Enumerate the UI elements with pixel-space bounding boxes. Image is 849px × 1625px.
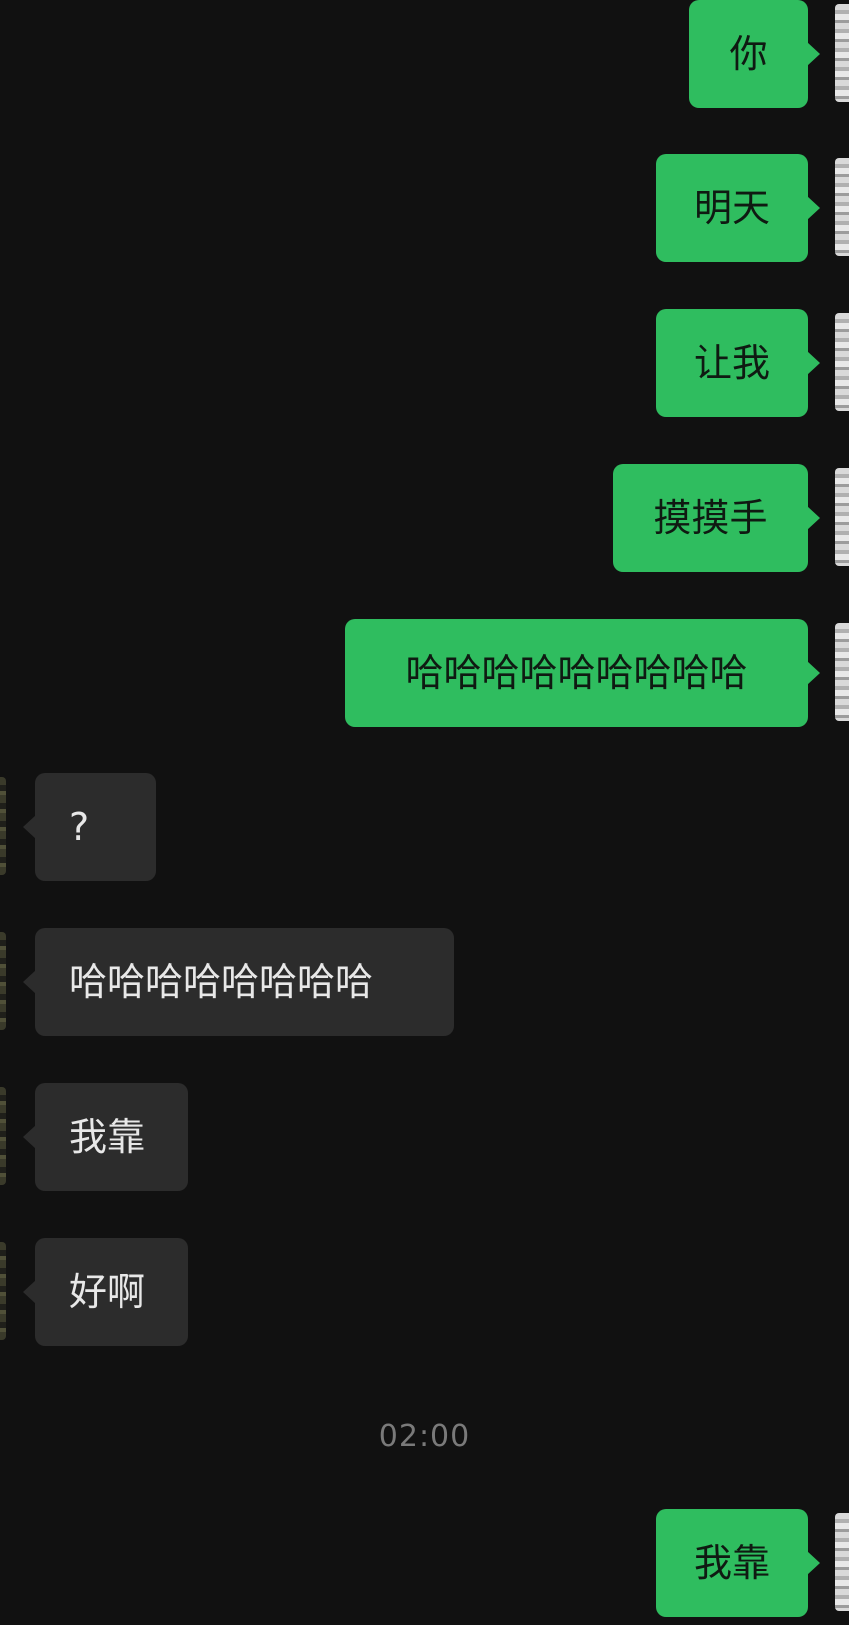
message-text: 摸摸手 (653, 496, 768, 540)
received-message-bubble[interactable]: 好啊 (23, 1238, 188, 1346)
message-text: 哈哈哈哈哈哈哈哈 (69, 960, 374, 1004)
message-text: 明天 (693, 186, 770, 230)
message-text: 我靠 (693, 1541, 770, 1585)
my-avatar[interactable] (835, 158, 849, 256)
message-text: 让我 (693, 341, 770, 385)
message-timestamp: 02:00 (378, 1419, 471, 1454)
sent-message-bubble[interactable]: 明天 (656, 154, 820, 262)
contact-avatar[interactable] (0, 1242, 6, 1340)
received-message-bubble[interactable]: ? (23, 773, 156, 881)
received-message-bubble[interactable]: 我靠 (23, 1083, 188, 1191)
chat-message-list[interactable]: 你 明天 让我 摸摸手 哈哈哈哈哈哈哈哈哈 ? 哈哈哈哈哈哈哈哈 我靠 好啊 0… (0, 0, 849, 1625)
message-text: 好啊 (69, 1270, 146, 1314)
message-text: 你 (729, 32, 768, 76)
message-text: 哈哈哈哈哈哈哈哈哈 (405, 651, 748, 695)
contact-avatar[interactable] (0, 932, 6, 1030)
contact-avatar[interactable] (0, 777, 6, 875)
sent-message-bubble[interactable]: 你 (689, 0, 820, 108)
message-text: 我靠 (69, 1115, 146, 1159)
sent-message-bubble[interactable]: 让我 (656, 309, 820, 417)
my-avatar[interactable] (835, 468, 849, 566)
message-text: ? (69, 805, 90, 849)
my-avatar[interactable] (835, 313, 849, 411)
sent-message-bubble[interactable]: 哈哈哈哈哈哈哈哈哈 (345, 619, 820, 727)
sent-message-bubble[interactable]: 摸摸手 (613, 464, 820, 572)
received-message-bubble[interactable]: 哈哈哈哈哈哈哈哈 (23, 928, 454, 1036)
contact-avatar[interactable] (0, 1087, 6, 1185)
my-avatar[interactable] (835, 623, 849, 721)
sent-message-bubble[interactable]: 我靠 (656, 1509, 820, 1617)
my-avatar[interactable] (835, 4, 849, 102)
my-avatar[interactable] (835, 1513, 849, 1611)
